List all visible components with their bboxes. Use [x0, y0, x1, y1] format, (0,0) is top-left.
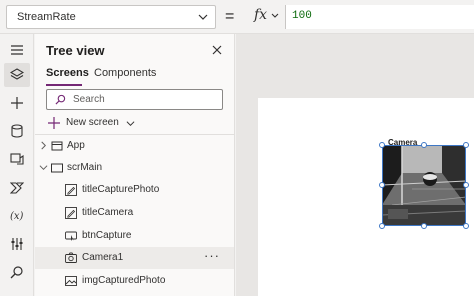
search-icon [55, 94, 66, 105]
media-button[interactable] [4, 147, 30, 171]
chevron-right-icon[interactable] [39, 141, 48, 150]
variables-icon: (x) [10, 211, 24, 222]
panel-title: Tree view [46, 43, 105, 58]
tree-item-label: imgCapturedPhoto [82, 275, 166, 286]
tree-item-label: titleCamera [82, 207, 134, 218]
fx-button[interactable]: fx [244, 5, 284, 29]
data-button[interactable] [4, 119, 30, 143]
app-icon [51, 141, 63, 151]
new-screen-button[interactable]: New screen [46, 116, 156, 132]
new-screen-label: New screen [66, 117, 119, 128]
equals-sign: = [225, 8, 235, 25]
tree-item-scrmain[interactable]: scrMain [35, 157, 234, 179]
insert-plus-icon [11, 97, 23, 109]
tree-item-btncapture[interactable]: btnCapture [35, 225, 234, 247]
power-automate-button[interactable] [4, 175, 30, 199]
camera-icon [65, 252, 77, 263]
chevron-down-icon [126, 121, 135, 127]
left-rail: (x) [0, 34, 34, 296]
screen-icon [51, 163, 63, 173]
resize-handle-bottom-left[interactable] [379, 223, 385, 229]
canvas-area: Camera [236, 34, 474, 296]
search-icon [10, 266, 23, 279]
power-automate-icon [10, 182, 24, 194]
resize-handle-top-right[interactable] [463, 142, 469, 148]
resize-handle-bottom-right[interactable] [463, 223, 469, 229]
tree-item-titlecamera[interactable]: titleCamera [35, 202, 234, 224]
chevron-down-icon [198, 14, 208, 20]
label-edit-icon [65, 184, 77, 196]
more-options-button[interactable]: ··· [204, 248, 220, 263]
button-icon [65, 231, 77, 241]
formula-input[interactable]: 100 [285, 5, 474, 29]
active-tab-indicator [46, 84, 82, 86]
tab-components[interactable]: Components [94, 67, 156, 79]
tab-screens[interactable]: Screens [46, 67, 89, 79]
fx-icon: fx [254, 7, 268, 23]
search-input[interactable]: Search [46, 89, 223, 110]
resize-handle-right[interactable] [463, 182, 469, 188]
close-icon[interactable] [210, 43, 224, 57]
camera-preview-image [382, 145, 466, 226]
chevron-down-icon[interactable] [39, 163, 48, 172]
media-icon [10, 153, 24, 165]
tree-item-app[interactable]: App [35, 135, 234, 157]
tree-item-imgcapturedphoto[interactable]: imgCapturedPhoto [35, 270, 234, 292]
data-cylinder-icon [11, 124, 23, 138]
layers-icon [10, 68, 24, 80]
resize-handle-top[interactable] [421, 142, 427, 148]
chevron-down-icon [271, 13, 279, 18]
plus-icon [48, 117, 60, 129]
camera-control[interactable] [379, 142, 469, 229]
tree-view-panel: Tree view Screens Components Search New … [35, 34, 235, 296]
tree-view-button[interactable] [4, 63, 30, 87]
resize-handle-top-left[interactable] [379, 142, 385, 148]
tree-item-label: Camera1 [82, 252, 124, 263]
search-button[interactable] [4, 260, 30, 284]
tree-item-titlecapturephoto[interactable]: titleCapturePhoto [35, 179, 234, 201]
tree-item-label: titleCapturePhoto [82, 184, 160, 195]
svg-text:(x): (x) [10, 211, 24, 222]
tree-item-camera1[interactable]: Camera1 ··· [35, 247, 234, 269]
property-dropdown[interactable]: StreamRate [6, 5, 216, 29]
label-edit-icon [65, 207, 77, 219]
app-screen-canvas[interactable]: Camera [258, 98, 474, 296]
formula-bar: StreamRate = fx 100 [0, 0, 474, 34]
insert-button[interactable] [4, 91, 30, 115]
formula-text: 100 [292, 10, 312, 22]
image-icon [65, 276, 77, 286]
variables-button[interactable]: (x) [4, 203, 30, 227]
tree-item-label: btnCapture [82, 230, 132, 241]
resize-handle-left[interactable] [379, 182, 385, 188]
advanced-tools-button[interactable] [4, 232, 30, 256]
hamburger-menu-button[interactable] [4, 38, 30, 62]
resize-handle-bottom[interactable] [421, 223, 427, 229]
advanced-tools-icon [11, 238, 23, 250]
tree-item-label: App [67, 140, 85, 151]
property-dropdown-value: StreamRate [17, 11, 76, 23]
search-placeholder: Search [73, 94, 105, 105]
tree-item-label: scrMain [67, 162, 103, 173]
hamburger-menu-icon [11, 45, 23, 55]
